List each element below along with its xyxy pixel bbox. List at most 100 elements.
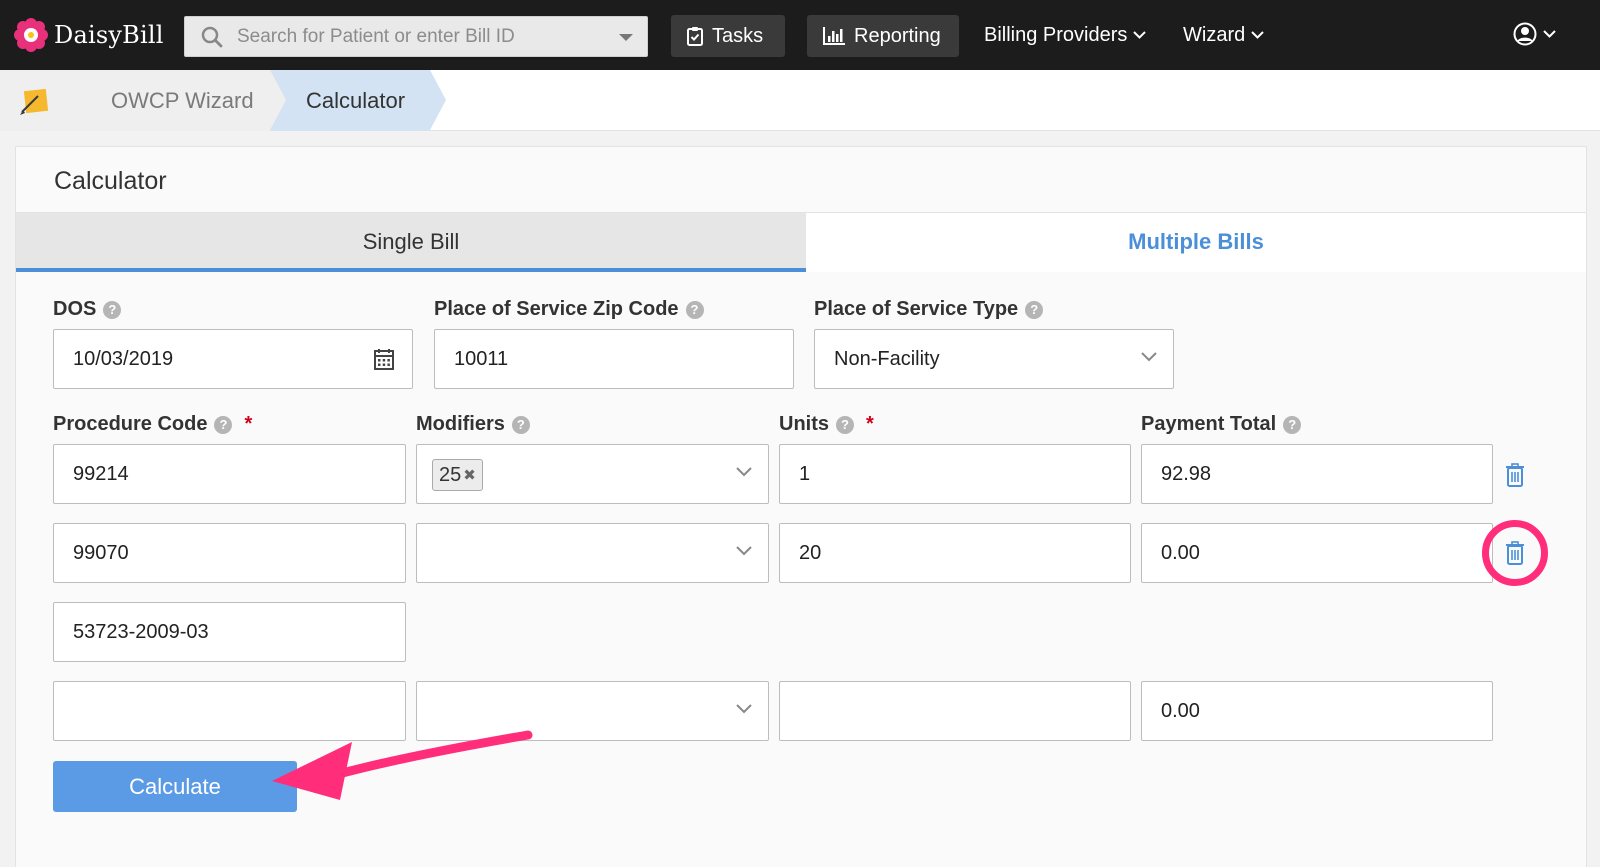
units-input[interactable]: 20 (779, 523, 1131, 583)
modifiers-label: Modifiers? (416, 413, 530, 436)
help-icon[interactable]: ? (1025, 300, 1044, 319)
modifiers-select[interactable] (416, 681, 769, 741)
tab-bar: Single Bill Multiple Bills (16, 212, 1586, 272)
calendar-icon[interactable] (374, 348, 394, 370)
chevron-down-icon (1133, 31, 1147, 39)
help-icon[interactable]: ? (214, 415, 233, 434)
zip-label: Place of Service Zip Code? (434, 298, 704, 321)
dos-value: 10/03/2019 (73, 348, 174, 370)
payment-total-value: 92.98 (1161, 463, 1212, 485)
zip-code-input[interactable]: 10011 (434, 329, 794, 389)
breadcrumb-label: OWCP Wizard (111, 88, 254, 113)
dos-date-field[interactable]: 10/03/2019 (53, 329, 413, 389)
remove-chip-icon[interactable]: ✖ (463, 466, 476, 484)
breadcrumb-separator (270, 70, 286, 130)
app-logo[interactable]: DaisyBill (14, 17, 164, 53)
breadcrumb-calculator[interactable]: Calculator (270, 70, 430, 131)
chevron-down-icon (736, 704, 752, 714)
modifiers-select[interactable] (416, 523, 769, 583)
breadcrumb-owcp-wizard[interactable]: OWCP Wizard (80, 70, 270, 131)
billing-providers-menu[interactable]: Billing Providers (984, 20, 1147, 50)
app-name: DaisyBill (54, 21, 164, 49)
top-nav: DaisyBill Search for Patient or enter Bi… (0, 0, 1600, 70)
breadcrumb-label: Calculator (306, 88, 406, 113)
calculate-button[interactable]: Calculate (53, 761, 297, 812)
reporting-button[interactable]: Reporting (807, 15, 959, 57)
user-avatar-icon (1513, 22, 1537, 46)
billing-providers-label: Billing Providers (984, 23, 1128, 46)
wizard-label: Wizard (1183, 23, 1246, 46)
wizard-menu[interactable]: Wizard (1183, 20, 1264, 50)
units-input[interactable] (779, 681, 1131, 741)
modifiers-select[interactable]: 25 ✖ (416, 444, 769, 504)
chevron-down-icon (736, 467, 752, 477)
chevron-down-icon (1141, 352, 1157, 362)
panel-title: Calculator (54, 167, 167, 195)
chevron-down-icon (1543, 30, 1556, 38)
units-label-text: Units (779, 413, 829, 435)
procedure-code-value: 99070 (73, 542, 129, 564)
help-icon[interactable]: ? (685, 300, 704, 319)
payment-total-value: 0.00 (1161, 700, 1200, 722)
pos-type-label: Place of Service Type? (814, 298, 1044, 321)
payment-total-field[interactable]: 92.98 (1141, 444, 1493, 504)
help-icon[interactable]: ? (1283, 415, 1302, 434)
procedure-code-label-text: Procedure Code (53, 413, 208, 435)
user-menu[interactable] (1513, 22, 1556, 46)
zip-label-text: Place of Service Zip Code (434, 298, 679, 320)
payment-total-field[interactable]: 0.00 (1141, 523, 1493, 583)
chevron-down-icon (736, 546, 752, 556)
procedure-code-input[interactable]: 99070 (53, 523, 406, 583)
help-icon[interactable]: ? (103, 300, 122, 319)
modifier-chip-label: 25 (439, 463, 462, 486)
breadcrumb-home[interactable] (0, 70, 80, 131)
tab-single-bill[interactable]: Single Bill (16, 213, 806, 272)
ndc-value: 53723-2009-03 (73, 621, 209, 643)
annotation-highlight-ring (1482, 520, 1548, 586)
ndc-input[interactable]: 53723-2009-03 (53, 602, 406, 662)
modifier-chip[interactable]: 25 ✖ (432, 459, 483, 491)
caret-down-icon[interactable] (619, 34, 633, 41)
daisy-logo-icon (14, 18, 48, 52)
procedure-code-input[interactable] (53, 681, 406, 741)
pos-type-value: Non-Facility (834, 348, 940, 370)
payment-total-field[interactable]: 0.00 (1141, 681, 1493, 741)
procedure-code-value: 99214 (73, 463, 129, 485)
tasks-label: Tasks (712, 24, 764, 47)
pos-type-label-text: Place of Service Type (814, 298, 1019, 320)
payment-total-label-text: Payment Total (1141, 413, 1277, 435)
calculator-panel: Calculator Single Bill Multiple Bills (15, 146, 1587, 867)
payment-total-value: 0.00 (1161, 542, 1200, 564)
pos-type-select[interactable]: Non-Facility (814, 329, 1174, 389)
help-icon[interactable]: ? (511, 415, 530, 434)
zip-value: 10011 (454, 348, 509, 370)
units-value: 20 (799, 542, 822, 564)
calculate-label: Calculate (129, 773, 221, 799)
tasks-button[interactable]: Tasks (671, 15, 785, 57)
required-marker: * (244, 413, 253, 435)
breadcrumb-separator (430, 70, 446, 130)
dos-label: DOS? (53, 298, 122, 321)
search-icon (201, 26, 223, 47)
required-marker: * (866, 413, 874, 435)
units-input[interactable]: 1 (779, 444, 1131, 504)
modifiers-label-text: Modifiers (416, 413, 505, 435)
help-icon[interactable]: ? (836, 415, 854, 434)
procedure-code-input[interactable]: 99214 (53, 444, 406, 504)
reporting-label: Reporting (854, 24, 941, 47)
tab-multiple-bills[interactable]: Multiple Bills (806, 213, 1586, 272)
clipboard-check-icon (687, 27, 703, 46)
units-value: 1 (799, 463, 811, 485)
search-placeholder: Search for Patient or enter Bill ID (237, 25, 515, 47)
trash-icon[interactable] (1505, 463, 1525, 487)
tab-label: Single Bill (362, 229, 460, 254)
search-input[interactable]: Search for Patient or enter Bill ID (184, 16, 648, 57)
breadcrumb: OWCP Wizard Calculator (0, 70, 1600, 131)
chevron-down-icon (1251, 31, 1264, 39)
dos-label-text: DOS (53, 298, 97, 320)
bar-chart-icon (823, 27, 845, 45)
sticky-note-icon (20, 88, 49, 115)
tab-label: Multiple Bills (1128, 229, 1264, 254)
payment-total-label: Payment Total? (1141, 413, 1302, 436)
procedure-code-label: Procedure Code? * (53, 413, 252, 436)
